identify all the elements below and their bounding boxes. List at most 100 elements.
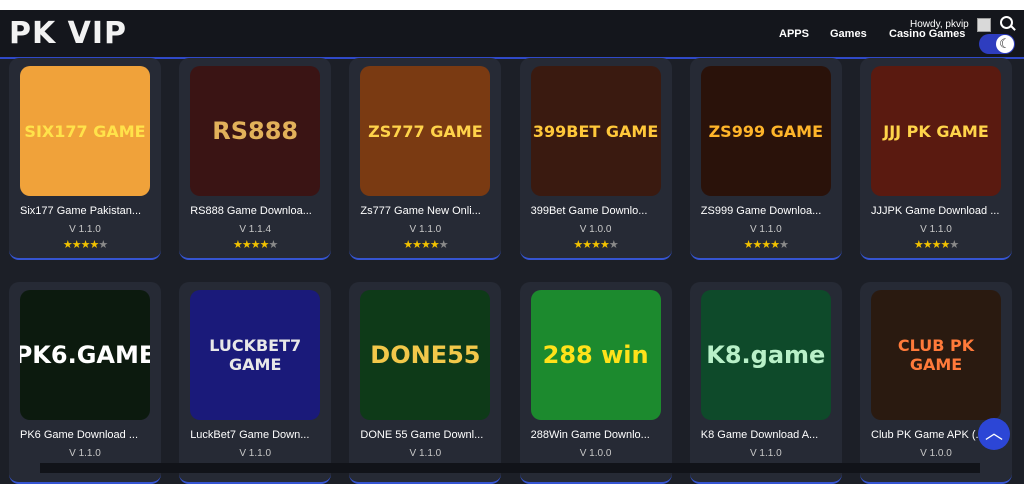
search-icon[interactable] [1000,16,1013,29]
thumbnail-logo-text: LUCKBET7 GAME [209,336,302,374]
game-card[interactable]: ZS777 GAME Zs777 Game New Onli... V 1.1.0 ★… [349,58,502,260]
game-card[interactable]: ZS999 GAME ZS999 Game Downloa... V 1.1.0 ★★… [689,58,842,260]
star-icon: ★ [761,239,771,251]
scroll-to-top-button[interactable]: ︿ [978,418,1010,450]
game-card[interactable]: RS888 RS888 Game Downloa... V 1.1.4 ★★★★★ [179,58,332,260]
thumbnail-logo-text: 288 win [542,341,649,369]
star-icon: ★ [259,239,270,251]
game-version: V 1.0.0 [579,448,612,459]
game-thumbnail[interactable]: ZS777 GAME [360,66,491,196]
game-card[interactable]: PK6.GAMEPK6 Game Download ...V 1.1.0★★★★… [9,282,161,484]
game-thumbnail[interactable]: ZS999 GAME [700,66,831,196]
game-version: V 1.1.0 [749,448,782,459]
thumbnail-logo-text: PK6.GAME [20,341,150,369]
star-icon: ★ [233,239,243,251]
game-card[interactable]: K8.gameK8 Game Download A...V 1.1.0★★★★★ [689,282,842,484]
avatar[interactable] [977,18,991,32]
star-icon: ★ [403,239,413,251]
game-title[interactable]: ZS999 Game Downloa... [701,205,841,217]
star-icon: ★ [913,239,924,251]
star-icon: ★ [779,239,789,251]
game-title[interactable]: PK6 Game Download ... [20,429,160,441]
chevron-up-icon: ︿ [985,423,1003,443]
star-icon: ★ [591,239,601,251]
game-thumbnail[interactable]: 399BET GAME [530,66,661,196]
star-icon: ★ [241,239,252,251]
star-icon: ★ [429,239,440,251]
game-version: V 1.1.0 [69,448,101,459]
star-icon: ★ [770,239,780,251]
star-rating: ★★★★★ [860,238,1012,251]
thumbnail-logo-text: CLUB PK GAME [897,336,975,374]
star-icon: ★ [949,239,959,251]
game-version: V 1.1.0 [409,448,442,459]
thumbnail-logo-text: 399BET GAME [532,121,659,141]
star-rating: ★★★★★ [179,238,331,251]
game-title[interactable]: 399Bet Game Downlo... [531,205,671,217]
game-card[interactable]: DONE55DONE 55 Game Downl...V 1.1.0★★★★★ [349,282,502,484]
star-icon: ★ [250,239,261,251]
star-icon: ★ [573,239,583,251]
game-thumbnail[interactable]: RS888 [190,66,321,196]
game-version: V 1.1.0 [920,224,952,235]
game-version: V 1.1.4 [239,224,272,235]
star-rating: ★★★★★ [349,238,501,251]
thumbnail-logo-text: SIX177 GAME [24,121,146,141]
game-thumbnail[interactable]: SIX177 GAME [20,66,150,196]
star-icon: ★ [438,239,449,251]
game-title[interactable]: DONE 55 Game Downl... [360,429,500,441]
game-title[interactable]: Six177 Game Pakistan... [20,205,160,217]
game-thumbnail[interactable]: DONE55 [360,290,491,420]
star-icon: ★ [600,239,610,251]
game-card[interactable]: CLUB PK GAME Club PK Game APK (... V 1.0.0… [860,282,1012,484]
game-version: V 1.0.0 [920,448,952,459]
site-logo[interactable]: PK VIP [9,16,127,51]
site-header: PK VIP APPS Games Casino Games Howdy, pk… [0,10,1024,59]
game-title[interactable]: 288Win Game Downlo... [531,429,671,441]
thumbnail-logo-text: ZS777 GAME [368,121,483,141]
game-thumbnail[interactable]: K8.game [700,290,831,420]
game-card[interactable]: SIX177 GAME Six177 Game Pakistan... V 1.1.… [9,58,161,260]
star-icon: ★ [71,239,82,251]
star-rating: ★★★★★ [9,238,161,251]
bottom-bar [40,463,980,473]
game-version: V 1.1.0 [749,224,782,235]
thumbnail-logo-text: JJJ PK GAME [883,121,989,141]
top-edge [0,0,1024,10]
game-thumbnail[interactable]: PK6.GAME [20,290,150,420]
game-thumbnail[interactable]: CLUB PK GAME [871,290,1001,420]
game-version: V 1.1.0 [239,448,272,459]
game-card[interactable]: 399BET GAME 399Bet Game Downlo... V 1.0.0 ★… [519,58,672,260]
game-version: V 1.1.0 [409,224,442,235]
game-version: V 1.0.0 [579,224,612,235]
game-card[interactable]: JJJ PK GAME JJJPK Game Download ... V 1.1.… [860,58,1012,260]
thumbnail-logo-text: K8.game [706,341,826,369]
game-card[interactable]: 288 win288Win Game Downlo...V 1.0.0★★★★★ [519,282,672,484]
game-version: V 1.1.0 [69,224,101,235]
star-rating: ★★★★★ [690,238,842,251]
star-icon: ★ [268,239,279,251]
nav-games[interactable]: Games [830,28,867,40]
star-icon: ★ [582,239,592,251]
game-title[interactable]: LuckBet7 Game Down... [190,429,330,441]
game-title[interactable]: K8 Game Download A... [701,429,841,441]
game-title[interactable]: Zs777 Game New Onli... [360,205,500,217]
star-icon: ★ [62,239,73,251]
game-thumbnail[interactable]: 288 win [530,290,661,420]
dark-mode-toggle[interactable]: ☾ [979,34,1015,54]
game-thumbnail[interactable]: JJJ PK GAME [871,66,1001,196]
game-title[interactable]: RS888 Game Downloa... [190,205,330,217]
star-icon: ★ [940,239,950,251]
nav-apps[interactable]: APPS [779,28,809,40]
moon-icon: ☾ [996,35,1014,53]
thumbnail-logo-text: DONE55 [370,341,481,369]
user-greeting[interactable]: Howdy, pkvip [910,19,969,30]
star-icon: ★ [608,239,619,251]
star-icon: ★ [922,239,933,251]
thumbnail-logo-text: RS888 [212,117,299,145]
game-thumbnail[interactable]: LUCKBET7 GAME [190,290,321,420]
game-card[interactable]: LUCKBET7 GAME LuckBet7 Game Down... V 1.1.… [179,282,332,484]
star-rating: ★★★★★ [520,238,672,251]
star-icon: ★ [98,239,108,251]
game-title[interactable]: JJJPK Game Download ... [871,205,1011,217]
